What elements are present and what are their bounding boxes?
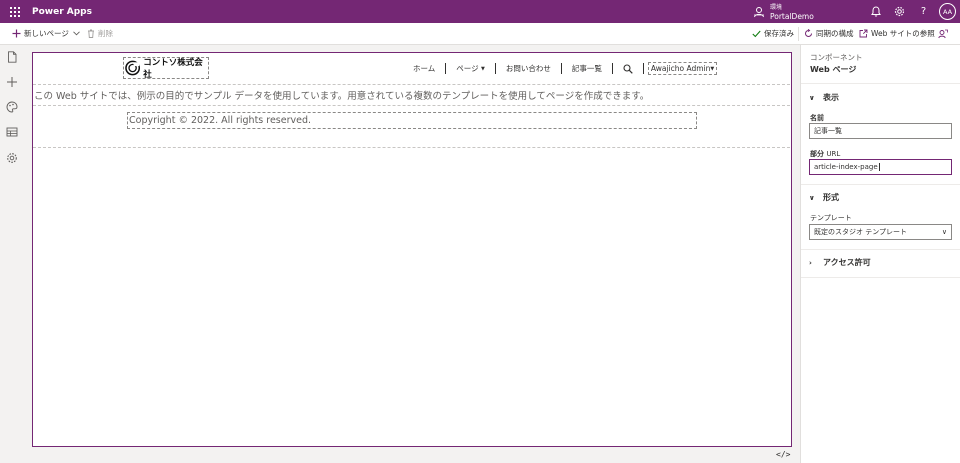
gear-icon[interactable]: [893, 5, 906, 18]
browse-label: Web サイトの参照: [871, 29, 935, 38]
divider: [801, 277, 960, 278]
nav-articles[interactable]: 記事一覧: [562, 63, 612, 74]
url-label: 部分 URL: [810, 150, 841, 158]
divider: [798, 27, 799, 41]
environment-name: PortalDemo: [770, 11, 814, 21]
divider: [801, 83, 960, 84]
pane-subtitle: コンポーネント: [810, 53, 863, 62]
page-icon[interactable]: [6, 51, 18, 63]
section-divider: [33, 105, 790, 106]
nav-divider: [642, 63, 644, 74]
app-header: Power Apps 環境 PortalDemo ? AA: [0, 0, 960, 23]
nav-divider: [611, 63, 613, 74]
section-access-header[interactable]: › アクセス許可: [809, 257, 871, 268]
site-header[interactable]: コントソ株式会社 ホーム ページ ▼ お問い合わせ 記事一覧 Awajicho …: [33, 53, 790, 85]
sync-config-button[interactable]: 同期の構成: [804, 23, 854, 45]
browse-website-button[interactable]: Web サイトの参照: [859, 23, 935, 45]
delete-button[interactable]: 削除: [87, 23, 113, 45]
copyright-text[interactable]: Copyright © 2022. All rights reserved.: [127, 112, 697, 129]
new-page-label: 新しいページ: [24, 29, 69, 38]
settings-icon[interactable]: [6, 152, 18, 164]
page-canvas[interactable]: コントソ株式会社 ホーム ページ ▼ お問い合わせ 記事一覧 Awajicho …: [32, 52, 792, 447]
delete-label: 削除: [98, 29, 113, 38]
chevron-down-icon: [73, 31, 80, 36]
open-in-window-icon: [859, 29, 868, 38]
search-icon[interactable]: [623, 63, 633, 74]
environment-icon: [754, 6, 764, 17]
person-feedback-icon: [938, 29, 948, 38]
properties-pane: コンポーネント Web ページ ∨ 表示 名前 記事一覧 部分 URL arti…: [800, 45, 960, 463]
name-input[interactable]: 記事一覧: [809, 123, 952, 139]
template-label: テンプレート: [810, 214, 852, 222]
nav-contact[interactable]: お問い合わせ: [496, 63, 561, 74]
command-bar: 新しいページ 削除 保存済み 同期の構成 Web サイトの参照: [0, 23, 960, 45]
saved-label: 保存済み: [764, 29, 794, 38]
divider: [801, 184, 960, 185]
avatar[interactable]: AA: [939, 3, 956, 20]
left-rail: [0, 45, 24, 463]
plus-icon: [12, 29, 21, 38]
environment-label: 環境: [770, 3, 783, 11]
chevron-down-icon: ∨: [809, 193, 815, 202]
sync-label: 同期の構成: [816, 29, 854, 38]
palette-icon[interactable]: [6, 101, 18, 113]
checkmark-icon: [752, 30, 761, 37]
partial-url-input[interactable]: article-index-page: [809, 159, 952, 175]
section-divider: [33, 147, 790, 148]
bell-icon[interactable]: [869, 5, 882, 18]
site-nav: ホーム ページ ▼ お問い合わせ 記事一覧 Awajicho Admin▼: [403, 62, 718, 75]
saved-status: 保存済み: [752, 23, 794, 45]
new-page-button[interactable]: 新しいページ: [12, 23, 80, 45]
contoso-logo-icon: [125, 60, 141, 76]
section-display-header[interactable]: ∨ 表示: [809, 92, 839, 103]
logo-text: コントソ株式会社: [143, 58, 203, 80]
chevron-down-icon: ∨: [809, 93, 815, 102]
plus-icon[interactable]: [6, 76, 18, 88]
copilot-button[interactable]: [938, 23, 948, 45]
trash-icon: [88, 29, 94, 38]
name-label: 名前: [810, 114, 824, 122]
pane-title: Web ページ: [810, 65, 857, 74]
site-logo[interactable]: コントソ株式会社: [123, 57, 209, 80]
waffle-icon[interactable]: [0, 0, 30, 23]
canvas-area: コントソ株式会社 ホーム ページ ▼ お問い合わせ 記事一覧 Awajicho …: [24, 45, 800, 463]
user-menu[interactable]: Awajicho Admin▼: [647, 62, 718, 75]
code-editor-toggle[interactable]: </>: [776, 450, 790, 459]
nav-pages[interactable]: ページ ▼: [446, 63, 495, 74]
table-icon[interactable]: [6, 126, 18, 138]
intro-text[interactable]: この Web サイトでは、例示の目的でサンプル データを使用しています。用意され…: [34, 88, 649, 102]
chevron-right-icon: ›: [809, 258, 812, 267]
nav-home[interactable]: ホーム: [403, 63, 445, 74]
section-format-header[interactable]: ∨ 形式: [809, 192, 839, 203]
template-select[interactable]: 既定のスタジオ テンプレート ∨: [809, 224, 952, 240]
environment-picker[interactable]: 環境 PortalDemo: [753, 2, 814, 21]
sync-icon: [805, 29, 812, 37]
help-icon[interactable]: ?: [917, 5, 930, 18]
divider: [801, 249, 960, 250]
chevron-down-icon: ∨: [941, 228, 947, 236]
app-title[interactable]: Power Apps: [32, 7, 92, 17]
